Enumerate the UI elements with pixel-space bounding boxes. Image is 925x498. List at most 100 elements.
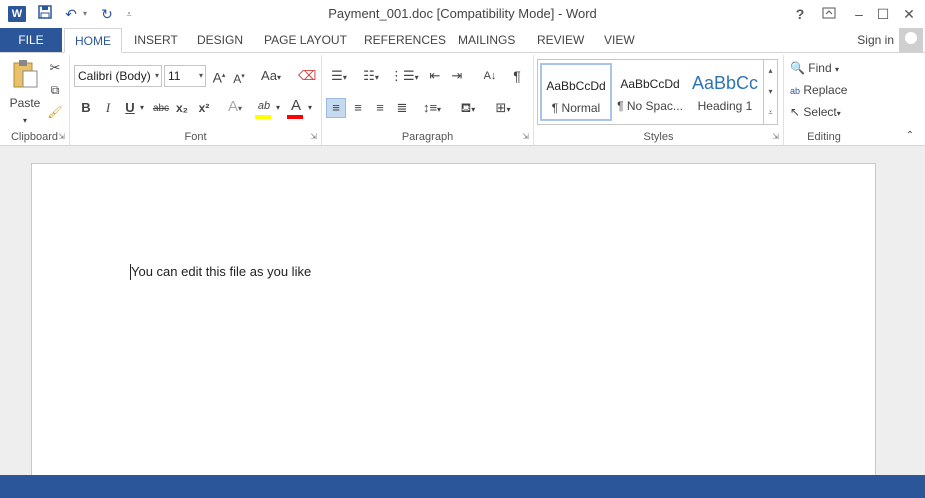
borders-icon[interactable]: ⊞▾ <box>489 99 517 119</box>
style-no-spacing[interactable]: AaBbCcDd ¶ No Spac... <box>614 63 686 121</box>
shading-icon[interactable]: ⛾▾ <box>455 99 481 119</box>
styles-group: AaBbCcDd ¶ Normal AaBbCcDd ¶ No Spac... … <box>534 55 784 145</box>
styles-group-label: Styles <box>643 131 674 143</box>
font-color-button[interactable]: A <box>286 97 306 119</box>
paragraph-group: ☰▾ ☷▾ ⋮☰▾ ⇤ ⇥ A↓ ¶ ≡ ≡ ≡ ≣ ↕≡▾ ⛾▾ ⊞▾ Par… <box>322 55 534 145</box>
collapse-ribbon-icon[interactable]: ⌃ <box>902 127 918 145</box>
font-name-combo[interactable]: Calibri (Body) ▾ <box>74 65 162 87</box>
styles-scroll-up-icon[interactable]: ▴ <box>763 60 777 81</box>
cut-icon[interactable]: ✂ <box>46 59 64 77</box>
tab-insert[interactable]: INSERT <box>124 28 188 52</box>
style-no-spacing-sample: AaBbCcDd <box>620 77 680 91</box>
minimize-button[interactable]: – <box>848 4 870 24</box>
decrease-indent-icon[interactable]: ⇤ <box>426 67 444 85</box>
font-launcher-icon[interactable]: ⇲ <box>310 132 317 141</box>
select-button[interactable]: ↖ Select▾ <box>790 103 860 123</box>
shrink-font-button[interactable]: A▾ <box>230 68 248 88</box>
editing-group: 🔍 Find ▾ ab Replace ↖ Select▾ Editing <box>784 55 864 145</box>
highlight-dropdown-icon[interactable]: ▾ <box>274 99 282 117</box>
increase-indent-icon[interactable]: ⇥ <box>448 67 466 85</box>
justify-icon[interactable]: ≣ <box>393 99 411 117</box>
close-button[interactable]: ✕ <box>898 4 920 24</box>
font-name-value: Calibri (Body) <box>78 69 151 83</box>
multilevel-list-icon[interactable]: ⋮☰▾ <box>390 67 419 87</box>
tab-view[interactable]: VIEW <box>594 28 645 52</box>
line-spacing-icon[interactable]: ↕≡▾ <box>419 99 445 119</box>
underline-dropdown-icon[interactable]: ▾ <box>138 99 146 117</box>
tab-design[interactable]: DESIGN <box>187 28 253 52</box>
highlight-color-button[interactable]: ab <box>254 97 274 119</box>
tab-mailings[interactable]: MAILINGS <box>448 28 525 52</box>
styles-gallery: AaBbCcDd ¶ Normal AaBbCcDd ¶ No Spac... … <box>537 59 778 125</box>
styles-more-icon[interactable]: ⩡ <box>763 102 777 124</box>
change-case-button[interactable]: Aa▾ <box>256 67 286 87</box>
align-center-icon[interactable]: ≡ <box>349 99 367 117</box>
sort-button[interactable]: A↓ <box>480 67 500 85</box>
tab-page-layout[interactable]: PAGE LAYOUT <box>254 28 357 52</box>
underline-button[interactable]: U <box>122 99 138 117</box>
copy-icon[interactable]: ⧉ <box>46 81 64 99</box>
replace-icon: ab <box>790 86 801 96</box>
style-no-spacing-name: ¶ No Spac... <box>617 99 683 113</box>
clipboard-group: Paste ▾ ✂ ⧉ 🖌 Clipboard ⇲ <box>0 55 70 145</box>
styles-scroll-down-icon[interactable]: ▾ <box>763 81 777 102</box>
select-label: Select <box>803 105 837 119</box>
paste-dropdown-icon[interactable]: ▾ <box>8 112 42 130</box>
numbering-icon[interactable]: ☷▾ <box>358 67 384 87</box>
ribbon: Paste ▾ ✂ ⧉ 🖌 Clipboard ⇲ Calibri (Body)… <box>0 52 925 146</box>
style-heading-1-name: Heading 1 <box>697 99 753 113</box>
italic-button[interactable]: I <box>100 99 116 117</box>
strikethrough-button[interactable]: abc <box>150 100 172 118</box>
paragraph-launcher-icon[interactable]: ⇲ <box>522 132 529 141</box>
font-color-dropdown-icon[interactable]: ▾ <box>306 99 314 117</box>
format-painter-icon[interactable]: 🖌 <box>46 103 64 121</box>
bold-button[interactable]: B <box>78 99 94 117</box>
tab-file[interactable]: FILE <box>0 28 62 52</box>
font-size-dropdown-icon[interactable]: ▾ <box>199 66 203 86</box>
status-bar <box>0 475 925 498</box>
clipboard-launcher-icon[interactable]: ⇲ <box>58 132 65 141</box>
replace-button[interactable]: ab Replace <box>790 81 862 100</box>
font-group: Calibri (Body) ▾ 11 ▾ A▴ A▾ Aa▾ ⌫ B I U ▾ … <box>70 55 322 145</box>
tab-home[interactable]: HOME <box>64 28 122 53</box>
tab-references[interactable]: REFERENCES <box>354 28 456 52</box>
sign-in-link[interactable]: Sign in <box>857 28 894 52</box>
document-area: You can edit this file as you like <box>0 146 925 493</box>
style-heading-1-sample: AaBbCc <box>691 73 759 93</box>
font-name-dropdown-icon[interactable]: ▾ <box>155 66 159 86</box>
styles-launcher-icon[interactable]: ⇲ <box>772 132 779 141</box>
replace-label: Replace <box>803 83 848 97</box>
document-text[interactable]: You can edit this file as you like <box>131 264 311 279</box>
avatar[interactable] <box>899 28 923 52</box>
style-normal[interactable]: AaBbCcDd ¶ Normal <box>540 63 612 121</box>
editing-group-label: Editing <box>807 131 841 143</box>
clear-formatting-icon[interactable]: ⌫ <box>298 67 316 85</box>
font-size-value: 11 <box>168 69 181 83</box>
title-bar: W ↶ ▾ ↻ ⩡ Payment_001.doc [Compatibility… <box>0 0 925 28</box>
find-icon: 🔍 <box>790 61 805 75</box>
style-heading-1[interactable]: AaBbCc Heading 1 <box>688 63 762 121</box>
show-formatting-marks-button[interactable]: ¶ <box>508 67 526 85</box>
window-title: Payment_001.doc [Compatibility Mode] - W… <box>328 6 597 21</box>
subscript-button[interactable]: x₂ <box>174 99 190 117</box>
paste-icon <box>13 60 38 88</box>
align-right-icon[interactable]: ≡ <box>371 99 389 117</box>
tab-review[interactable]: REVIEW <box>527 28 594 52</box>
font-group-label: Font <box>184 131 207 143</box>
find-label: Find <box>808 61 832 75</box>
font-size-combo[interactable]: 11 ▾ <box>164 65 206 87</box>
bullets-icon[interactable]: ☰▾ <box>326 67 352 87</box>
style-normal-sample: AaBbCcDd <box>546 79 606 93</box>
select-cursor-icon: ↖ <box>790 105 801 119</box>
paragraph-group-label: Paragraph <box>401 131 454 143</box>
paste-button[interactable]: Paste ▾ <box>8 59 42 125</box>
help-button[interactable]: ? <box>789 4 811 24</box>
document-page[interactable]: You can edit this file as you like <box>31 163 876 493</box>
grow-font-button[interactable]: A▴ <box>210 67 228 87</box>
superscript-button[interactable]: x² <box>196 99 212 117</box>
align-left-icon[interactable]: ≡ <box>326 98 346 118</box>
text-effects-button[interactable]: A▾ <box>224 98 246 118</box>
find-button[interactable]: 🔍 Find ▾ <box>790 59 860 79</box>
maximize-button[interactable]: ☐ <box>872 4 894 24</box>
ribbon-display-options-button[interactable] <box>818 4 840 24</box>
